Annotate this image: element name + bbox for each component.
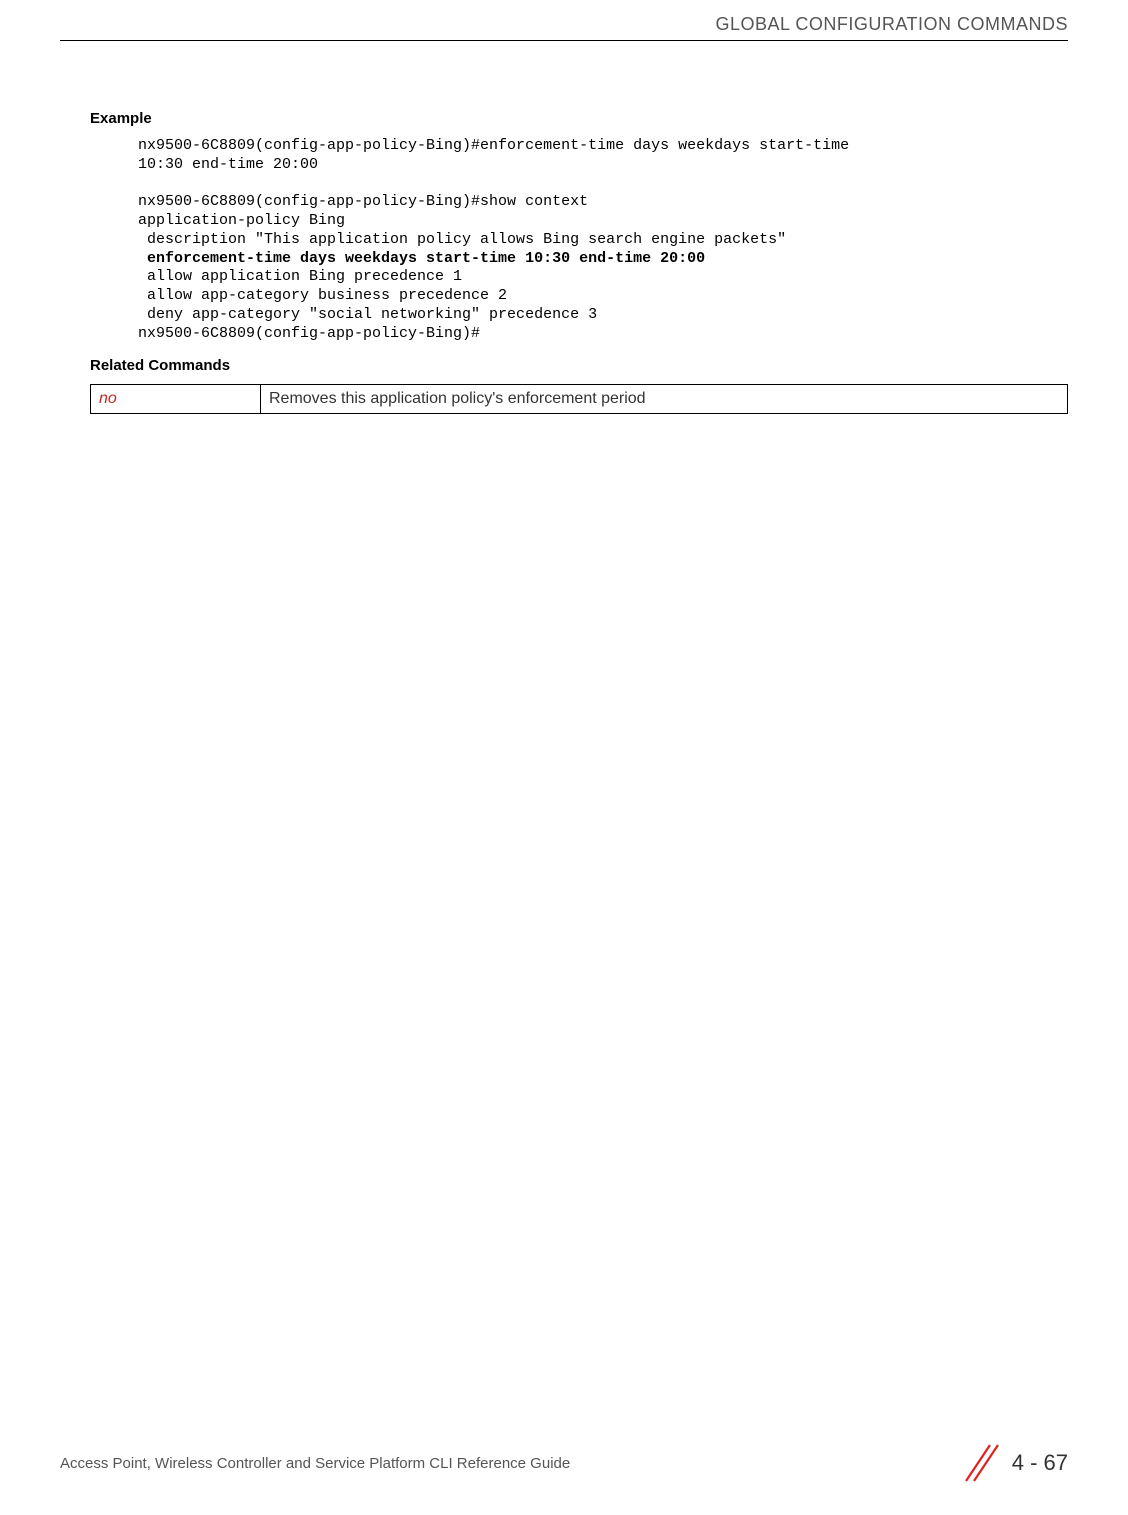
code-line: allow application Bing precedence 1 — [138, 268, 462, 285]
code-line: deny app-category "social networking" pr… — [138, 306, 597, 323]
table-row: no Removes this application policy's enf… — [91, 385, 1068, 414]
code-line-highlight: enforcement-time days weekdays start-tim… — [138, 250, 705, 267]
footer-guide-title: Access Point, Wireless Controller and Se… — [60, 1455, 570, 1472]
code-line: description "This application policy all… — [138, 231, 786, 248]
related-command-name: no — [91, 385, 261, 414]
code-line: 10:30 end-time 20:00 — [138, 156, 318, 173]
page-header: GLOBAL CONFIGURATION COMMANDS — [60, 14, 1068, 41]
code-example: nx9500-6C8809(config-app-policy-Bing)# en… — [138, 137, 1068, 343]
code-line: nx9500-6C8809(config-app-policy-Bing)#sh… — [138, 193, 588, 210]
example-heading: Example — [90, 110, 1068, 127]
related-commands-table: no Removes this application policy's enf… — [90, 384, 1068, 414]
slash-icon — [956, 1441, 1000, 1485]
page-number: 4 - 67 — [1012, 1450, 1068, 1476]
header-rule — [60, 40, 1068, 41]
related-commands-heading: Related Commands — [90, 357, 1068, 374]
page-footer: Access Point, Wireless Controller and Se… — [60, 1441, 1068, 1485]
header-title: GLOBAL CONFIGURATION COMMANDS — [60, 14, 1068, 38]
page-content: Example nx9500-6C8809(config-app-policy-… — [90, 110, 1068, 414]
code-line: application-policy Bing — [138, 212, 345, 229]
related-command-description: Removes this application policy's enforc… — [261, 385, 1068, 414]
footer-right: 4 - 67 — [956, 1441, 1068, 1485]
code-line: nx9500-6C8809(config-app-policy-Bing)#en… — [138, 137, 858, 154]
code-line: allow app-category business precedence 2 — [138, 287, 507, 304]
code-line: nx9500-6C8809(config-app-policy-Bing)# — [138, 325, 480, 342]
